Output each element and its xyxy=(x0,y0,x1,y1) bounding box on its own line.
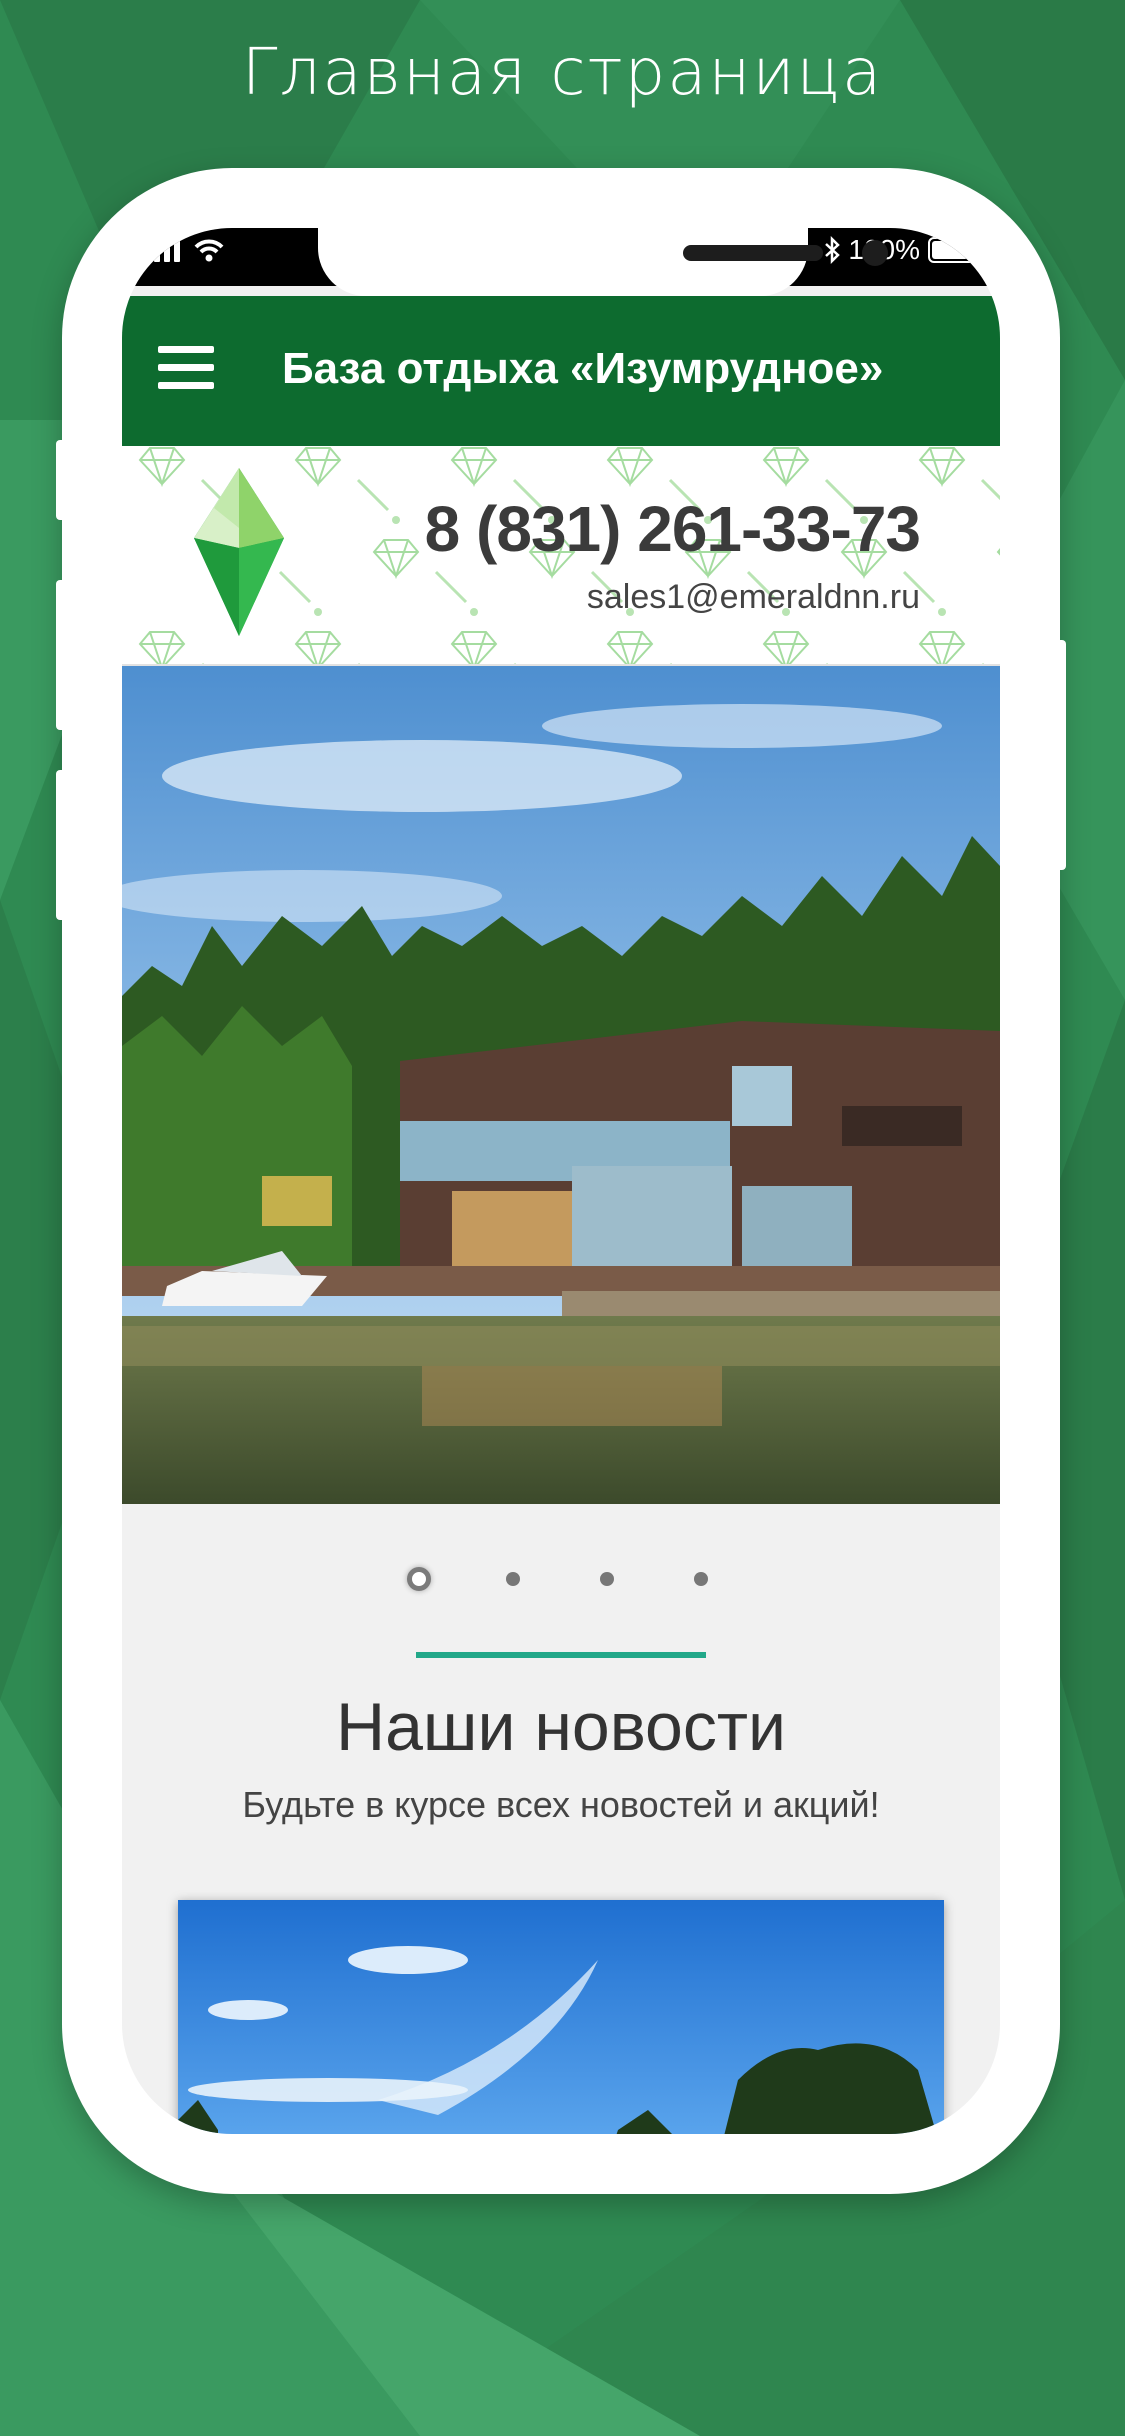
side-button xyxy=(56,770,66,920)
carousel-dot[interactable] xyxy=(694,1572,708,1586)
notch xyxy=(318,228,888,296)
page-caption: Главная страница xyxy=(241,36,884,110)
diamond-pattern-icon xyxy=(138,631,186,664)
diamond-pattern-icon xyxy=(294,631,342,664)
hamburger-menu-icon[interactable] xyxy=(158,346,214,394)
bluetooth-icon xyxy=(825,236,841,264)
side-button xyxy=(56,580,66,730)
pattern-dot xyxy=(938,608,946,616)
diamond-pattern-icon xyxy=(372,539,420,580)
battery-icon xyxy=(928,237,981,263)
carousel-dots xyxy=(122,1558,1000,1598)
diamond-pattern-icon xyxy=(996,548,1000,556)
diamond-pattern-icon xyxy=(918,447,966,488)
pattern-dot xyxy=(470,608,478,616)
carousel-dot[interactable] xyxy=(506,1572,520,1586)
camera xyxy=(862,240,888,266)
pattern-dot xyxy=(314,608,322,616)
diamond-pattern-icon xyxy=(762,631,810,664)
diamond-pattern-icon xyxy=(606,631,654,664)
phone-screen: 100% База отдыха «Изумрудное» 8 (831) 26… xyxy=(122,228,1000,2134)
section-divider xyxy=(416,1652,706,1658)
app-title: База отдыха «Изумрудное» xyxy=(282,344,884,393)
carousel-image[interactable] xyxy=(122,666,1000,1504)
news-subtitle: Будьте в курсе всех новостей и акций! xyxy=(242,1784,880,1825)
pattern-line xyxy=(278,570,312,604)
diamond-pattern-icon xyxy=(294,447,342,488)
news-title: Наши новости xyxy=(335,1689,787,1765)
wifi-icon xyxy=(194,239,224,262)
emerald-logo[interactable] xyxy=(194,468,284,636)
carousel-dot[interactable] xyxy=(407,1567,431,1591)
pattern-line xyxy=(356,478,390,512)
status-right: 100% xyxy=(824,234,981,266)
contact-header: 8 (831) 261-33-73 sales1@emeraldnn.ru xyxy=(122,446,1000,667)
pattern-dot xyxy=(392,516,400,524)
diamond-pattern-icon xyxy=(762,447,810,488)
side-button xyxy=(56,440,66,520)
diamond-pattern-icon xyxy=(606,447,654,488)
signal-icon xyxy=(144,238,224,262)
pattern-line xyxy=(434,570,468,604)
side-button xyxy=(1056,640,1066,870)
app-bar: База отдыха «Изумрудное» xyxy=(122,296,1000,446)
phone-number[interactable]: 8 (831) 261-33-73 xyxy=(425,492,921,566)
news-card-image[interactable] xyxy=(178,1900,944,2134)
pattern-line xyxy=(980,478,1000,501)
diamond-pattern-icon xyxy=(918,631,966,664)
carousel-dot[interactable] xyxy=(600,1572,614,1586)
email-link[interactable]: sales1@emeraldnn.ru xyxy=(587,578,920,617)
speaker xyxy=(683,245,823,261)
diamond-pattern-icon xyxy=(138,447,186,488)
diamond-pattern-icon xyxy=(450,447,498,488)
diamond-pattern-icon xyxy=(450,631,498,664)
